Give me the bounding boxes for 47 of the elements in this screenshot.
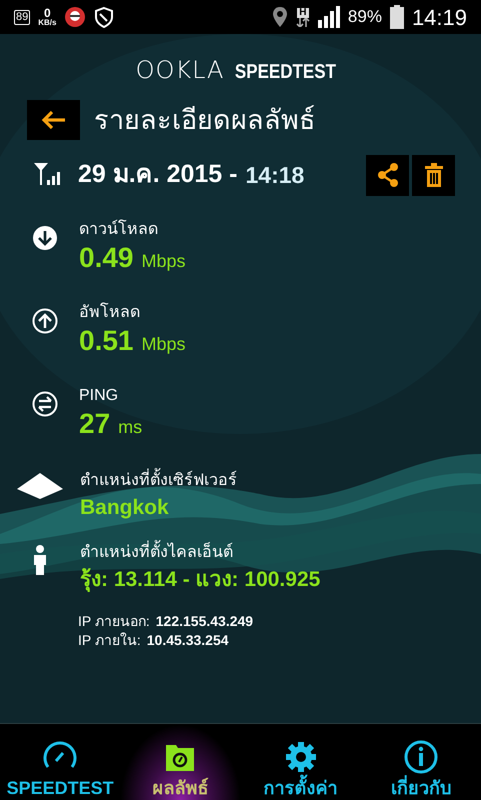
shield-icon xyxy=(94,6,114,28)
nav-tab[interactable]: เกี่ยวกับ xyxy=(360,724,481,800)
page-title: รายละเอียดผลลัพธ์ xyxy=(94,104,315,137)
download-icon xyxy=(32,224,58,250)
ip-address: 10.45.33.254 xyxy=(146,630,229,650)
trash-icon xyxy=(424,163,442,187)
location-label: ตำแหน่งที่ตั้งไคลเอ็นต์ xyxy=(80,542,320,564)
app-icon xyxy=(64,6,86,28)
logo-wordmark: SPEEDTEST xyxy=(235,62,336,82)
result-date: 29 ม.ค. 2015 - xyxy=(78,159,238,190)
delete-button[interactable] xyxy=(412,154,455,196)
location-value: Bangkok xyxy=(80,494,170,520)
nav-tab[interactable]: การตั้งค่า xyxy=(240,724,361,800)
metric-unit: Mbps xyxy=(142,332,186,356)
speed-unit: KB/s xyxy=(38,19,56,27)
ip-address: 122.155.43.249 xyxy=(156,612,254,630)
clock: 14:19 xyxy=(412,4,467,32)
logo-wordmark: OOKLA xyxy=(136,58,224,82)
metric-value: 27 xyxy=(79,406,110,440)
ip-label: IP ภายนอก: xyxy=(78,612,150,630)
metric-unit: ms xyxy=(118,416,142,438)
data-arrows-icon xyxy=(296,18,310,26)
battery-icon xyxy=(390,5,404,29)
metric-label: PING xyxy=(79,386,120,406)
nav-tab[interactable]: ผลลัพธ์ xyxy=(120,724,240,800)
share-button[interactable] xyxy=(366,154,409,196)
ping-arrows-icon xyxy=(32,390,58,416)
back-button[interactable] xyxy=(27,100,80,140)
nav-tab[interactable]: SPEEDTEST xyxy=(0,724,120,800)
metric-label: ดาวน์โหลด xyxy=(79,220,159,240)
location-label: ตำแหน่งที่ตั้งเซิร์ฟเวอร์ xyxy=(80,470,237,492)
back-arrow-icon xyxy=(40,110,66,130)
metric-value: 0.51 xyxy=(79,324,134,358)
share-icon xyxy=(376,163,398,187)
network-type: H xyxy=(297,8,309,18)
metric-unit: Mbps xyxy=(142,250,186,273)
speed-value: 0 xyxy=(44,7,51,19)
metric-value: 0.49 xyxy=(79,240,134,274)
location-value: รุ้ง: 13.114 - แวง: 100.925 xyxy=(80,566,320,594)
info-icon xyxy=(402,739,439,775)
location-icon xyxy=(272,6,288,28)
battery-badge: 89 xyxy=(14,10,30,24)
result-time: 14:18 xyxy=(245,160,304,190)
metric-label: อัพโหลด xyxy=(79,302,141,322)
battery-percent: 89% xyxy=(348,6,382,28)
upload-icon xyxy=(32,308,58,334)
ip-label: IP ภายใน: xyxy=(78,630,141,650)
